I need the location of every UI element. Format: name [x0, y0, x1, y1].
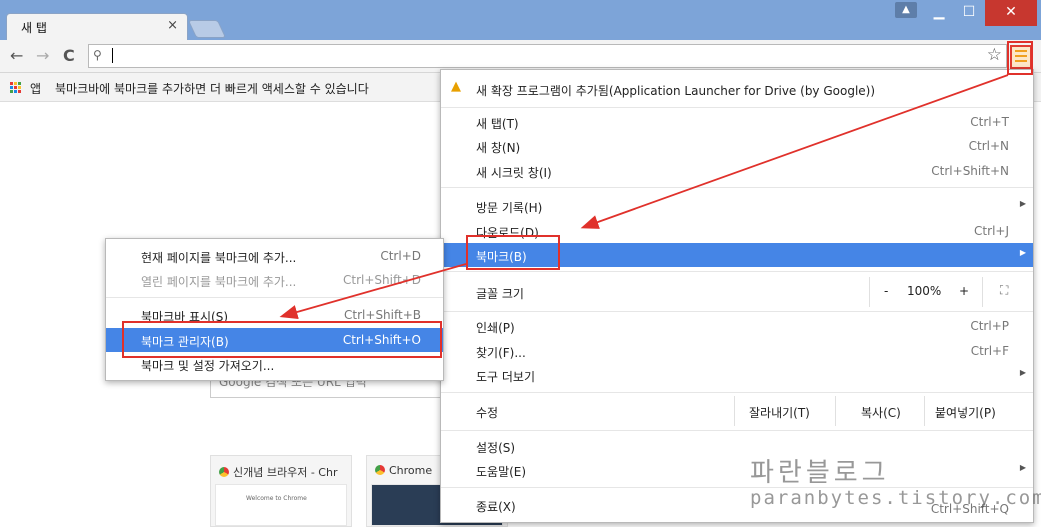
- bookmark-star-icon[interactable]: ☆: [987, 45, 1002, 65]
- bookmark-bar-hint: 북마크바에 북마크를 추가하면 더 빠르게 액세스할 수 있습니다: [55, 82, 369, 96]
- warning-icon: ▲: [451, 79, 461, 94]
- menu-item-label: 새 시크릿 창(I): [476, 166, 552, 180]
- tile-title: Chrome: [389, 464, 433, 477]
- menu-divider: [441, 271, 1033, 272]
- menu-item-label: 새 창(N): [476, 141, 521, 155]
- search-icon: ⚲: [93, 48, 102, 62]
- menu-divider: [441, 107, 1033, 108]
- edit-divider: [924, 396, 925, 426]
- menu-divider: [441, 392, 1033, 393]
- apps-grid-icon[interactable]: [10, 82, 21, 93]
- most-visited-tile[interactable]: 신개념 브라우저 - Chr Welcome to Chrome: [210, 455, 352, 527]
- zoom-divider: [869, 277, 870, 307]
- tile-title: 신개념 브라우저 - Chr: [233, 466, 338, 479]
- cut-button[interactable]: 잘라내기(T): [749, 404, 810, 421]
- maximize-button[interactable]: ☐: [955, 0, 983, 26]
- address-bar[interactable]: ⚲ ☆: [88, 44, 1007, 68]
- watermark-url: paranbytes.tistory.com: [750, 487, 1041, 509]
- menu-item-shortcut: Ctrl+J: [974, 224, 1009, 238]
- menu-divider: [441, 430, 1033, 431]
- tab-new-tab[interactable]: 새 탭 ×: [6, 13, 188, 41]
- submenu-item-bookmark-page[interactable]: 현재 페이지를 북마크에 추가... Ctrl+D: [106, 244, 443, 268]
- chrome-favicon-icon: [219, 467, 229, 477]
- menu-item-print[interactable]: 인쇄(P) Ctrl+P: [441, 314, 1033, 338]
- bookmark-submenu: 현재 페이지를 북마크에 추가... Ctrl+D 열린 페이지를 북마크에 추…: [105, 238, 444, 381]
- text-caret: [112, 48, 113, 63]
- menu-item-history[interactable]: 방문 기록(H) ▶: [441, 194, 1033, 218]
- apps-link[interactable]: 앱: [30, 80, 41, 97]
- paste-button[interactable]: 붙여넣기(P): [935, 404, 996, 421]
- menu-item-label: 글꼴 크기: [476, 287, 524, 301]
- menu-item-shortcut: Ctrl+T: [970, 115, 1009, 129]
- menu-item-shortcut: Ctrl+Shift+N: [931, 164, 1009, 178]
- zoom-level: 100%: [907, 284, 942, 298]
- edit-divider: [734, 396, 735, 426]
- new-tab-button[interactable]: [187, 20, 227, 38]
- tile-thumbnail: Welcome to Chrome: [215, 484, 347, 526]
- menu-item-shortcut: Ctrl+N: [968, 139, 1009, 153]
- menu-item-label: 방문 기록(H): [476, 201, 543, 215]
- menu-item-find[interactable]: 찾기(F)... Ctrl+F: [441, 339, 1033, 363]
- menu-item-incognito[interactable]: 새 시크릿 창(I) Ctrl+Shift+N: [441, 159, 1033, 183]
- menu-item-shortcut: Ctrl+P: [970, 319, 1009, 333]
- menu-item-label: 수정: [476, 406, 499, 420]
- tab-close-icon[interactable]: ×: [167, 18, 178, 33]
- close-window-button[interactable]: ✕: [985, 0, 1037, 26]
- fullscreen-icon[interactable]: ⛶: [1000, 283, 1008, 298]
- reload-button[interactable]: C: [63, 46, 75, 65]
- tab-title: 새 탭: [21, 21, 47, 35]
- menu-item-more-tools[interactable]: 도구 더보기 ▶: [441, 363, 1033, 387]
- minimize-button[interactable]: ▁: [925, 0, 953, 26]
- submenu-item-label: 북마크 및 설정 가져오기...: [141, 359, 275, 373]
- menu-item-shortcut: Ctrl+F: [970, 344, 1009, 358]
- submenu-arrow-icon: ▶: [1019, 199, 1026, 208]
- submenu-arrow-icon: ▶: [1019, 368, 1026, 377]
- menu-item-font-size: 글꼴 크기 - 100% + ⛶: [441, 277, 1033, 307]
- submenu-item-label: 현재 페이지를 북마크에 추가...: [141, 251, 297, 265]
- submenu-item-shortcut: Ctrl+Shift+B: [344, 308, 421, 322]
- zoom-divider: [982, 277, 983, 307]
- menu-item-label: 인쇄(P): [476, 321, 515, 335]
- menu-item-new-window[interactable]: 새 창(N) Ctrl+N: [441, 134, 1033, 158]
- zoom-in-button[interactable]: +: [959, 284, 969, 298]
- forward-button[interactable]: →: [36, 46, 49, 65]
- menu-item-label: 종료(X): [476, 500, 516, 514]
- menu-divider: [441, 187, 1033, 188]
- annotation-box-menu-button: [1007, 41, 1033, 75]
- menu-extension-notice[interactable]: ▲ 새 확장 프로그램이 추가됨(Application Launcher fo…: [441, 74, 1033, 102]
- menu-notice-label: 새 확장 프로그램이 추가됨(Application Launcher for …: [476, 84, 876, 98]
- menu-item-label: 새 탭(T): [476, 117, 519, 131]
- submenu-divider: [106, 297, 443, 298]
- profile-icon[interactable]: ▲: [895, 2, 917, 18]
- menu-item-label: 설정(S): [476, 441, 516, 455]
- menu-item-new-tab[interactable]: 새 탭(T) Ctrl+T: [441, 110, 1033, 134]
- blog-watermark: 파란블로그 paranbytes.tistory.com: [750, 452, 1041, 509]
- menu-divider: [441, 311, 1033, 312]
- submenu-item-bookmark-open-pages: 열린 페이지를 북마크에 추가... Ctrl+Shift+D: [106, 268, 443, 292]
- submenu-item-shortcut: Ctrl+D: [380, 249, 421, 263]
- edit-divider: [835, 396, 836, 426]
- copy-button[interactable]: 복사(C): [861, 404, 901, 421]
- submenu-item-shortcut: Ctrl+Shift+D: [343, 273, 421, 287]
- menu-item-edit: 수정 잘라내기(T) 복사(C) 붙여넣기(P): [441, 396, 1033, 426]
- submenu-arrow-icon: ▶: [1019, 248, 1026, 257]
- menu-item-label: 도구 더보기: [476, 370, 536, 384]
- back-button[interactable]: ←: [10, 46, 23, 65]
- tile-thumbnail-text: Welcome to Chrome: [246, 495, 307, 502]
- watermark-title: 파란블로그: [750, 458, 890, 488]
- submenu-item-label: 열린 페이지를 북마크에 추가...: [141, 275, 297, 289]
- window-titlebar: 새 탭 × ▲ ▁ ☐ ✕: [0, 0, 1041, 41]
- zoom-out-button[interactable]: -: [884, 284, 888, 298]
- menu-item-label: 도움말(E): [476, 465, 527, 479]
- annotation-box-bookmark-manager: [122, 321, 442, 358]
- menu-item-label: 찾기(F)...: [476, 346, 526, 360]
- annotation-box-bookmarks: [466, 235, 560, 270]
- chrome-favicon-icon: [375, 465, 385, 475]
